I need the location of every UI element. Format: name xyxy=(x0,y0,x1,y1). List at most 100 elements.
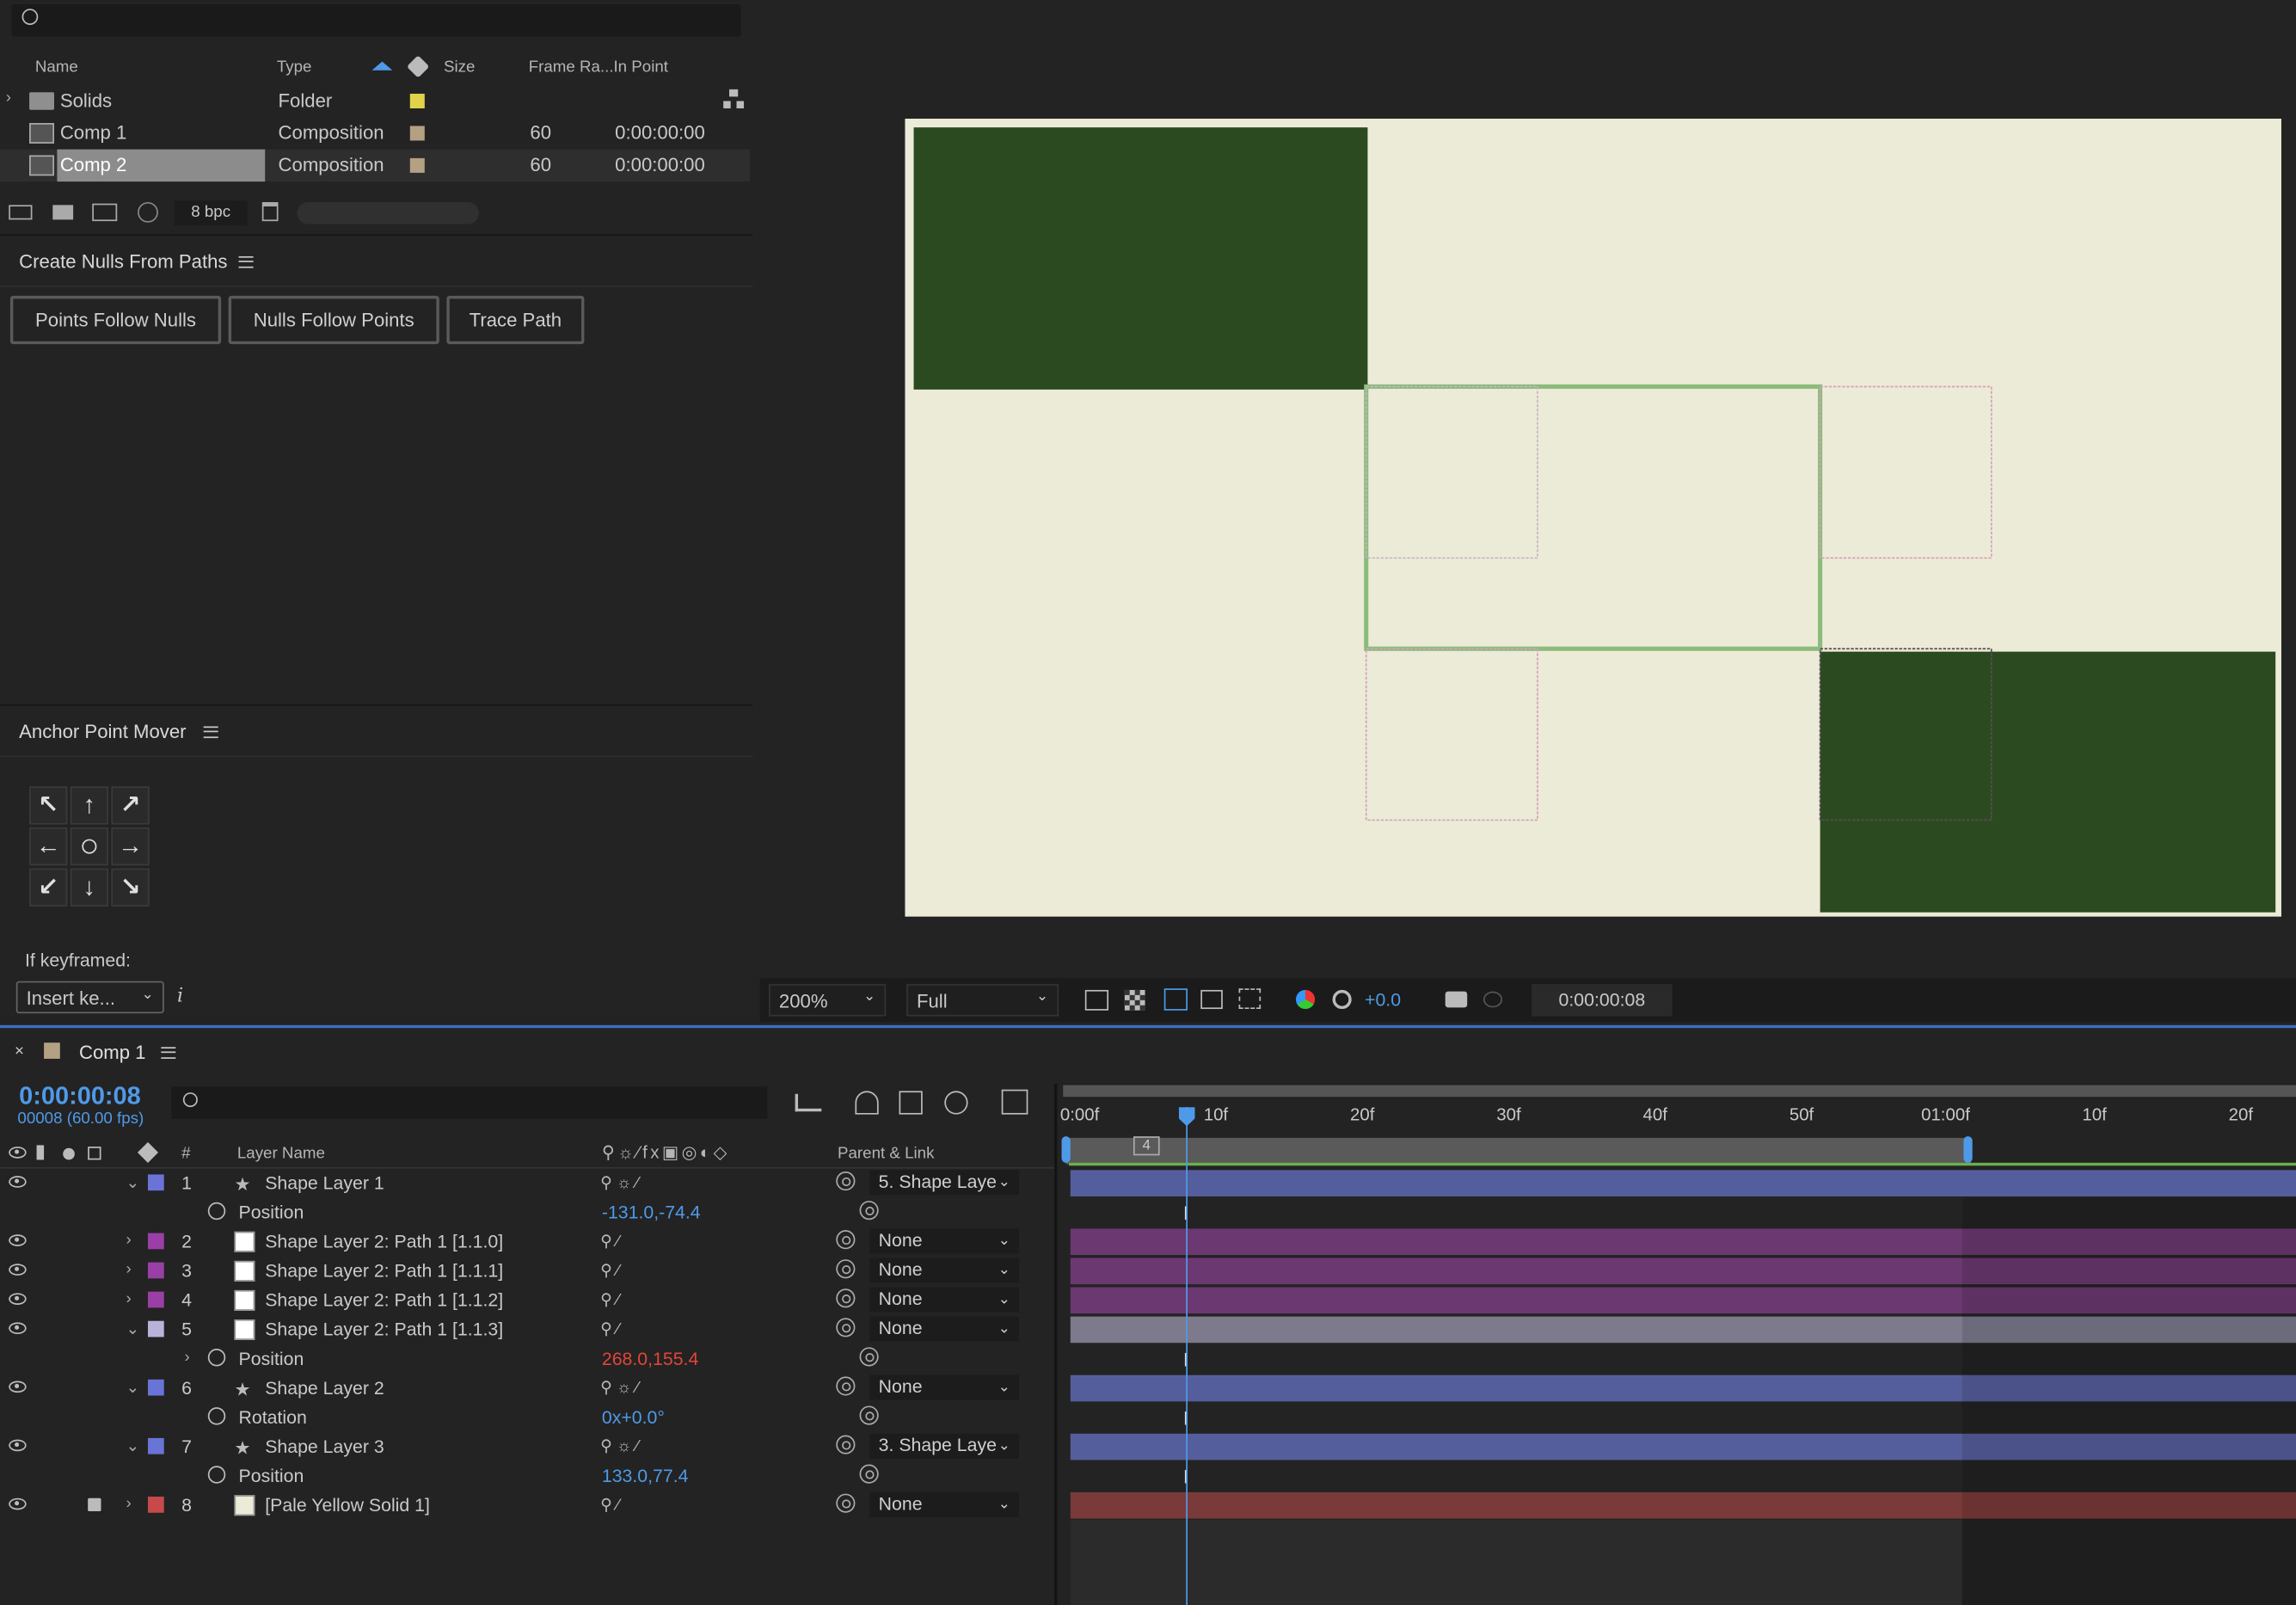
project-search-input[interactable] xyxy=(11,4,741,37)
panel-menu-icon[interactable] xyxy=(203,726,218,739)
layer-name[interactable]: Shape Layer 2: Path 1 [1.1.2] xyxy=(265,1290,503,1311)
anchor-center-button[interactable] xyxy=(70,827,109,866)
property-value[interactable]: 0x+0.0° xyxy=(602,1407,665,1428)
collapse-chevron-icon[interactable]: ⌄ xyxy=(126,1436,139,1455)
label-color-swatch[interactable] xyxy=(409,126,425,141)
video-toggle-icon[interactable] xyxy=(9,1147,27,1159)
parent-dropdown[interactable]: None ⌄ xyxy=(869,1287,1020,1313)
nulls-follow-points-button[interactable]: Nulls Follow Points xyxy=(228,295,439,345)
label-swatch[interactable] xyxy=(147,1497,164,1513)
stopwatch-icon[interactable] xyxy=(207,1202,226,1221)
expand-chevron-icon[interactable]: › xyxy=(126,1232,131,1249)
timeline-tab-title[interactable]: Comp 1 xyxy=(79,1042,146,1064)
close-icon[interactable]: × xyxy=(15,1042,24,1060)
time-ruler[interactable]: 0:00f 10f 20f 30f 40f 50f 01:00f 10f 20f… xyxy=(1057,1083,2296,1169)
project-item-comp-2[interactable]: Comp 2 Composition 60 0:00:00:00 xyxy=(0,149,750,182)
graph-editor-icon[interactable] xyxy=(1001,1089,1028,1115)
project-item-solids[interactable]: › Solids Folder xyxy=(0,85,750,117)
anchor-top-right-button[interactable]: ↗ xyxy=(111,786,150,825)
comp-marker[interactable]: 4 xyxy=(1133,1136,1160,1156)
expression-pick-whip-icon[interactable] xyxy=(859,1201,879,1221)
col-type[interactable]: Type xyxy=(277,58,312,76)
collapse-chevron-icon[interactable]: ⌄ xyxy=(126,1173,139,1191)
interpret-footage-icon[interactable] xyxy=(9,205,33,220)
transparency-grid-icon[interactable] xyxy=(1124,989,1145,1011)
lock-toggle-icon[interactable] xyxy=(88,1147,101,1160)
parent-dropdown[interactable]: None ⌄ xyxy=(869,1228,1020,1254)
composition-viewer[interactable] xyxy=(759,0,2296,979)
anchor-top-button[interactable]: ↑ xyxy=(70,786,109,825)
region-of-interest-icon[interactable] xyxy=(1200,989,1223,1010)
label-swatch[interactable] xyxy=(147,1233,164,1250)
label-swatch[interactable] xyxy=(147,1174,164,1191)
trace-path-button[interactable]: Trace Path xyxy=(446,295,585,345)
project-scrollbar[interactable] xyxy=(297,201,479,224)
layer-switches-icon[interactable]: ⚲ ☼ ⁄ xyxy=(600,1436,638,1455)
expand-chevron-icon[interactable]: › xyxy=(185,1349,190,1366)
col-layer-name[interactable]: Layer Name xyxy=(237,1145,325,1162)
new-folder-icon[interactable] xyxy=(52,205,74,220)
anchor-right-button[interactable]: → xyxy=(111,827,150,866)
layer-name[interactable]: Shape Layer 2: Path 1 [1.1.0] xyxy=(265,1232,503,1252)
playhead[interactable] xyxy=(1186,1107,1188,1605)
layer-row-1[interactable]: ⌄ 1 ★ Shape Layer 1 ⚲ ☼ ⁄ 5. Shape Laye ⌄ xyxy=(0,1169,1054,1198)
layer-row-5[interactable]: ⌄ 5 Shape Layer 2: Path 1 [1.1.3] ⚲ ⁄ No… xyxy=(0,1315,1054,1344)
work-area-bar[interactable] xyxy=(1063,1085,2296,1098)
anchor-top-left-button[interactable]: ↖ xyxy=(29,786,68,825)
expression-pick-whip-icon[interactable] xyxy=(859,1405,879,1425)
label-tag-icon[interactable] xyxy=(406,55,430,78)
layer-name[interactable]: Shape Layer 2: Path 1 [1.1.3] xyxy=(265,1319,503,1340)
layer-row-6[interactable]: ⌄ 6 ★ Shape Layer 2 ⚲ ☼ ⁄ None ⌄ xyxy=(0,1374,1054,1403)
keyframe-dropdown[interactable]: Insert ke... ⌄ xyxy=(15,981,164,1014)
eye-icon[interactable] xyxy=(9,1439,27,1452)
label-swatch[interactable] xyxy=(147,1262,164,1279)
col-name[interactable]: Name xyxy=(35,58,78,76)
stopwatch-icon[interactable] xyxy=(207,1349,226,1367)
stopwatch-icon[interactable] xyxy=(207,1407,226,1425)
resolution-dropdown[interactable]: Full ⌄ xyxy=(906,984,1059,1017)
show-snapshot-icon[interactable] xyxy=(1483,991,1503,1008)
parent-dropdown[interactable]: None ⌄ xyxy=(869,1316,1020,1342)
property-value[interactable]: -131.0,-74.4 xyxy=(602,1202,701,1223)
pick-whip-icon[interactable] xyxy=(836,1171,856,1191)
property-value[interactable]: 133.0,77.4 xyxy=(602,1466,689,1486)
eye-icon[interactable] xyxy=(9,1322,27,1335)
anchor-left-button[interactable]: ← xyxy=(29,827,68,866)
panel-menu-icon[interactable] xyxy=(238,255,254,268)
parent-dropdown[interactable]: None ⌄ xyxy=(869,1374,1020,1400)
property-row-position-5[interactable]: › Position 268.0,155.4 xyxy=(0,1344,1054,1374)
layer-name[interactable]: Shape Layer 1 xyxy=(265,1173,384,1194)
label-color-swatch[interactable] xyxy=(409,93,425,108)
pick-whip-icon[interactable] xyxy=(836,1230,856,1250)
eye-icon[interactable] xyxy=(9,1176,27,1188)
label-swatch[interactable] xyxy=(147,1320,164,1338)
collapse-chevron-icon[interactable]: ⌄ xyxy=(126,1378,139,1397)
label-swatch[interactable] xyxy=(147,1379,164,1396)
stopwatch-icon[interactable] xyxy=(207,1466,226,1484)
pick-whip-icon[interactable] xyxy=(836,1288,856,1308)
layer-row-4[interactable]: › 4 Shape Layer 2: Path 1 [1.1.2] ⚲ ⁄ No… xyxy=(0,1286,1054,1315)
frame-blending-icon[interactable] xyxy=(944,1091,968,1115)
layer-name[interactable]: [Pale Yellow Solid 1] xyxy=(265,1495,430,1516)
expand-chevron-icon[interactable]: › xyxy=(126,1290,131,1307)
snapshot-icon[interactable] xyxy=(1445,991,1468,1008)
reset-exposure-icon[interactable] xyxy=(1332,989,1352,1010)
layer-switches-icon[interactable]: ⚲ ⁄ xyxy=(600,1232,619,1251)
lock-icon[interactable] xyxy=(88,1497,101,1512)
points-follow-nulls-button[interactable]: Points Follow Nulls xyxy=(9,295,222,345)
layer-switches-icon[interactable]: ⚲ ☼ ⁄ xyxy=(600,1378,638,1397)
comp-canvas[interactable] xyxy=(905,118,2281,917)
property-row-position-1[interactable]: Position -131.0,-74.4 xyxy=(0,1198,1054,1227)
zoom-dropdown[interactable]: 200% ⌄ xyxy=(768,984,887,1017)
layer-name[interactable]: Shape Layer 2 xyxy=(265,1378,384,1399)
eye-icon[interactable] xyxy=(9,1293,27,1305)
project-item-comp-1[interactable]: Comp 1 Composition 60 0:00:00:00 xyxy=(0,117,750,149)
expand-chevron-icon[interactable]: › xyxy=(6,89,11,107)
label-swatch[interactable] xyxy=(147,1437,164,1454)
layer-name[interactable]: Shape Layer 2: Path 1 [1.1.1] xyxy=(265,1261,503,1282)
flowchart-icon[interactable] xyxy=(723,89,745,110)
layer-switches-icon[interactable]: ⚲ ⁄ xyxy=(600,1495,619,1514)
property-row-rotation-6[interactable]: Rotation 0x+0.0° xyxy=(0,1403,1054,1432)
layer-switches-icon[interactable]: ⚲ ☼ ⁄ xyxy=(600,1173,638,1191)
eye-icon[interactable] xyxy=(9,1264,27,1276)
